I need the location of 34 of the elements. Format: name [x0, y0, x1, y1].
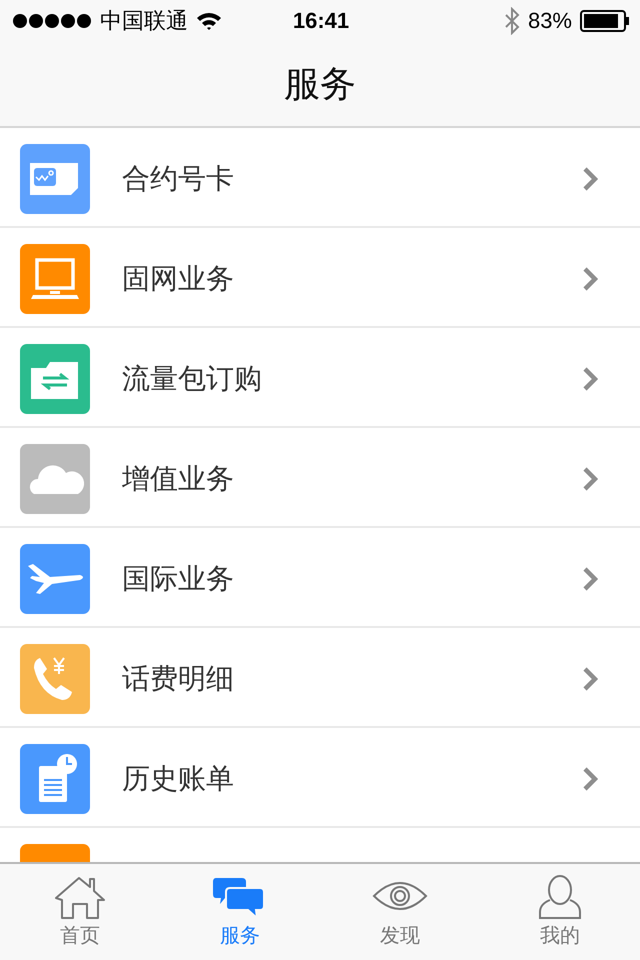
clock-time: 16:41: [292, 8, 350, 34]
chevron-icon: [582, 566, 598, 592]
chevron-icon: [582, 366, 598, 392]
wifi-icon: [196, 11, 222, 31]
chevron-icon: [582, 266, 598, 292]
tab-item[interactable]: 我的: [480, 864, 640, 960]
service-label: 话费明细: [122, 661, 235, 697]
home-icon: [52, 874, 108, 920]
service-row[interactable]: 固网业务: [0, 228, 640, 328]
service-label: 增值业务: [122, 461, 235, 497]
signal-icon: [12, 13, 92, 29]
chevron-icon: [582, 766, 598, 792]
battery-icon: [580, 10, 630, 32]
page-title: 服务: [284, 62, 356, 106]
service-label: 合约号卡: [122, 161, 235, 197]
service-row[interactable]: 国际业务: [0, 528, 640, 628]
tab-item[interactable]: 发现: [320, 864, 480, 960]
chevron-icon: [582, 166, 598, 192]
service-label: 固网业务: [122, 261, 235, 297]
service-row[interactable]: 合约号卡: [0, 128, 640, 228]
carrier-name: 中国联通: [100, 8, 188, 36]
chevron-icon: [582, 466, 598, 492]
tab-item[interactable]: 首页: [0, 864, 160, 960]
service-row[interactable]: 话费明细: [0, 628, 640, 728]
tab-item[interactable]: 服务: [160, 864, 320, 960]
battery-percent: 83%: [528, 8, 572, 34]
service-label: 国际业务: [122, 561, 235, 597]
bluetooth-icon: [504, 7, 520, 35]
service-row[interactable]: 历史账单: [0, 728, 640, 828]
service-row[interactable]: 增值业务: [0, 428, 640, 528]
service-row[interactable]: 流量包订购: [0, 328, 640, 428]
service-label: 历史账单: [122, 761, 235, 797]
service-label: 流量包订购: [122, 361, 263, 397]
chevron-icon: [582, 666, 598, 692]
